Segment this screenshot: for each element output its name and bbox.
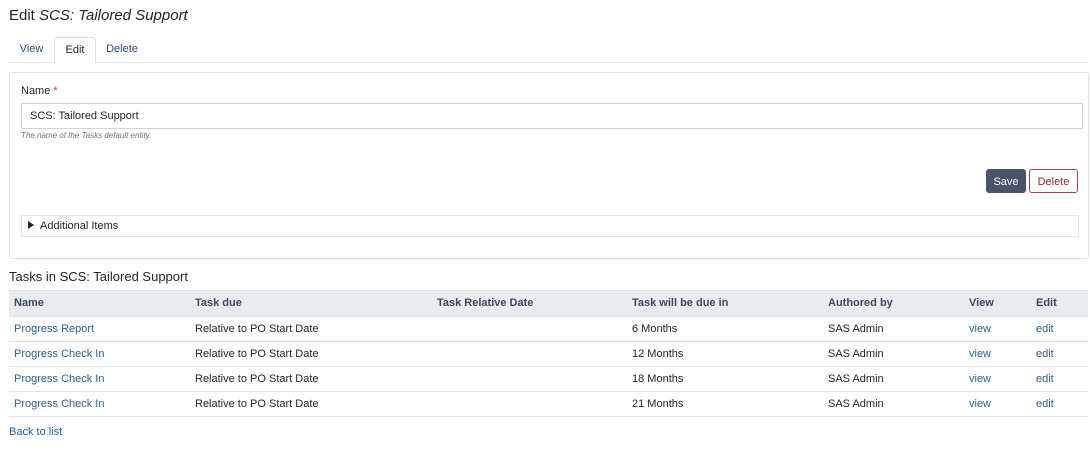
view-link[interactable]: view xyxy=(969,317,991,341)
tab-bar: View Edit Delete xyxy=(9,37,1088,63)
view-link[interactable]: view xyxy=(969,392,991,416)
table-header: Name Task due Task Relative Date Task wi… xyxy=(9,290,1088,317)
task-due: Relative to PO Start Date xyxy=(195,348,319,360)
task-due: Relative to PO Start Date xyxy=(195,373,319,385)
column-header-edit: Edit xyxy=(1036,297,1057,309)
name-label: Name * xyxy=(21,85,58,97)
edit-form-card: Name* The name of the Tasks default enti… xyxy=(9,72,1089,259)
delete-button[interactable]: Delete xyxy=(1029,169,1078,193)
task-name-link[interactable]: Progress Check In xyxy=(14,392,104,416)
column-header-due-in: Task will be due in xyxy=(632,297,729,309)
tasks-table: Name Task due Task Relative Date Task wi… xyxy=(9,290,1088,417)
task-name-link[interactable]: Progress Report xyxy=(14,317,94,341)
name-input[interactable] xyxy=(21,103,1083,129)
task-author: SAS Admin xyxy=(828,348,884,360)
page-title-prefix: Edit xyxy=(9,7,35,24)
table-row: Progress Check In Relative to PO Start D… xyxy=(9,367,1088,392)
page-title-entity: SCS: Tailored Support xyxy=(39,7,188,24)
task-due-in: 6 Months xyxy=(632,323,678,335)
task-name-link[interactable]: Progress Check In xyxy=(14,342,104,366)
column-header-task-due: Task due xyxy=(195,297,242,309)
edit-link[interactable]: edit xyxy=(1036,367,1054,391)
view-link[interactable]: view xyxy=(969,367,991,391)
additional-items-label: Additional Items xyxy=(40,220,119,232)
view-link[interactable]: view xyxy=(969,342,991,366)
task-due: Relative to PO Start Date xyxy=(195,323,319,335)
task-due-in: 21 Months xyxy=(632,398,684,410)
tab-edit[interactable]: Edit xyxy=(54,37,96,63)
column-header-authored-by: Authored by xyxy=(828,297,893,309)
column-header-view: View xyxy=(969,297,994,309)
edit-link[interactable]: edit xyxy=(1036,342,1054,366)
column-header-name: Name xyxy=(14,297,44,309)
task-author: SAS Admin xyxy=(828,373,884,385)
tab-delete[interactable]: Delete xyxy=(97,37,147,61)
task-name-link[interactable]: Progress Check In xyxy=(14,367,104,391)
additional-items-toggle[interactable]: Additional Items xyxy=(21,215,1079,237)
table-row: Progress Check In Relative to PO Start D… xyxy=(9,342,1088,367)
task-due: Relative to PO Start Date xyxy=(195,398,319,410)
task-due-in: 18 Months xyxy=(632,373,684,385)
name-label-text: Name xyxy=(21,85,51,97)
table-row: Progress Report Relative to PO Start Dat… xyxy=(9,317,1088,342)
task-author: SAS Admin xyxy=(828,323,884,335)
caret-right-icon xyxy=(28,221,34,230)
edit-link[interactable]: edit xyxy=(1036,392,1054,416)
save-button[interactable]: Save xyxy=(986,169,1026,193)
back-to-list-link[interactable]: Back to list xyxy=(9,426,62,438)
tasks-section-title: Tasks in SCS: Tailored Support xyxy=(9,269,188,284)
tab-view[interactable]: View xyxy=(9,37,54,61)
required-marker: * xyxy=(53,85,58,97)
column-header-task-relative-date: Task Relative Date xyxy=(437,297,534,309)
task-author: SAS Admin xyxy=(828,398,884,410)
name-help-text: The name of the Tasks default entity. xyxy=(21,131,152,140)
table-row: Progress Check In Relative to PO Start D… xyxy=(9,392,1088,417)
page-title: Edit SCS: Tailored Support xyxy=(9,7,188,24)
edit-link[interactable]: edit xyxy=(1036,317,1054,341)
task-due-in: 12 Months xyxy=(632,348,684,360)
